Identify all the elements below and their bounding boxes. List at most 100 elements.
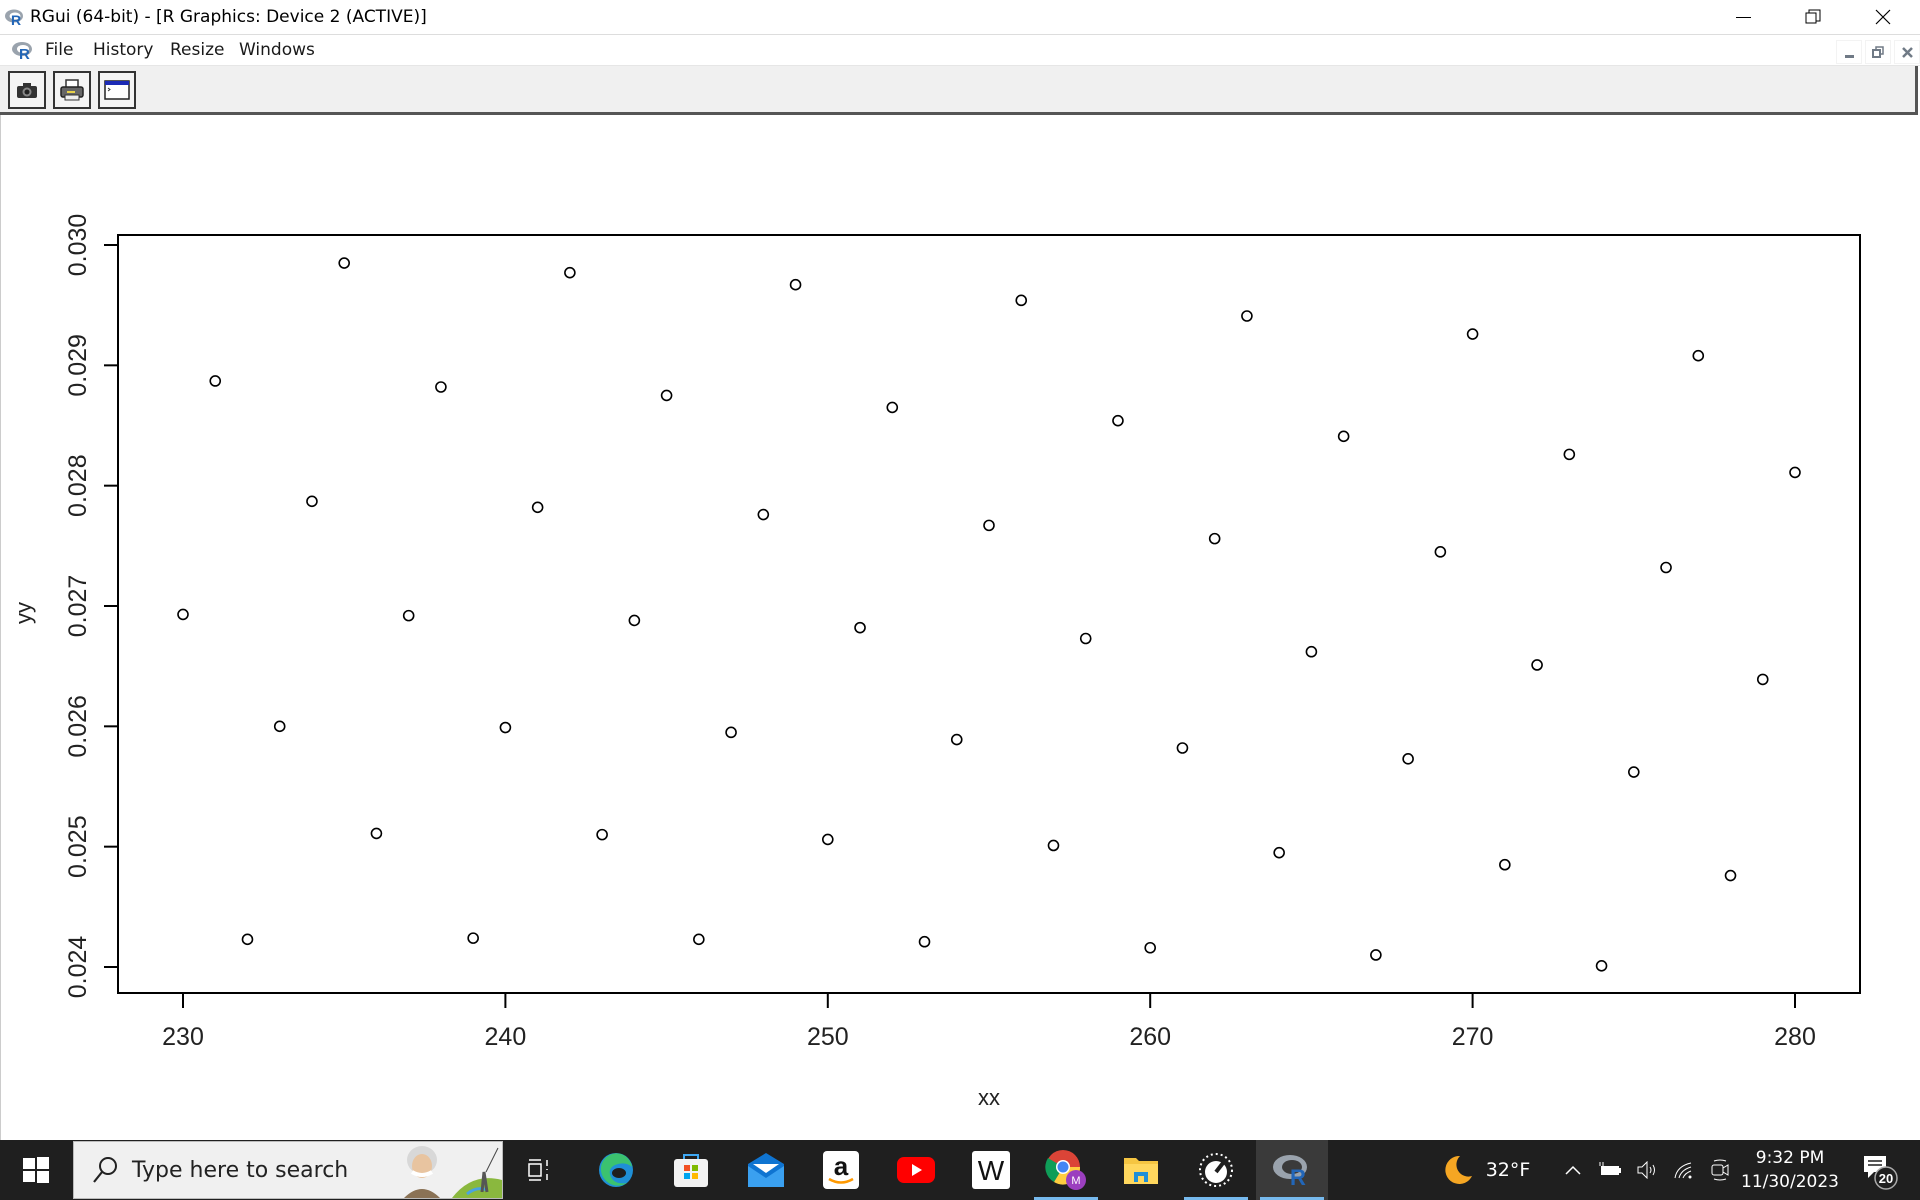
speaker-icon (1637, 1161, 1655, 1179)
taskbar-store[interactable] (655, 1140, 727, 1200)
folder-icon (1124, 1158, 1158, 1184)
minimize-icon (1844, 54, 1854, 58)
wifi-icon (1674, 1162, 1692, 1179)
taskbar-edge[interactable] (580, 1140, 652, 1200)
taskbar-speedtest[interactable] (1180, 1140, 1252, 1200)
mdi-close-button[interactable] (1894, 40, 1920, 64)
data-point (1176, 742, 1189, 754)
r-logo-icon: R (1273, 1155, 1307, 1187)
data-point (1789, 466, 1801, 479)
youtube-icon (897, 1157, 935, 1183)
menu-file[interactable]: File (45, 40, 73, 60)
notifications-icon: 20 (1864, 1156, 1898, 1190)
action-center-button[interactable]: 20 (1852, 1140, 1908, 1200)
x-tick-label: 260 (1129, 1023, 1171, 1051)
weather-widget[interactable]: 32°F (1436, 1140, 1536, 1200)
mdi-minimize-button[interactable] (1836, 40, 1862, 64)
data-point (1047, 839, 1060, 852)
windows-taskbar: Type here to search a W M R 32°F 9:32 PM… (0, 1140, 1920, 1200)
task-view-icon (528, 1159, 548, 1181)
taskbar-amazon[interactable]: a (805, 1140, 877, 1200)
y-tick-label: 0.024 (64, 936, 92, 999)
taskbar-wikipedia[interactable]: W (955, 1140, 1027, 1200)
mdi-restore-button[interactable] (1865, 40, 1891, 64)
camera-status[interactable] (1706, 1140, 1734, 1200)
battery-status[interactable] (1596, 1140, 1624, 1200)
menu-resize[interactable]: Resize (170, 40, 224, 60)
svg-text:R: R (19, 46, 30, 60)
menu-bar: R File History Resize Windows (0, 34, 1920, 66)
window-titlebar: R RGui (64-bit) - [R Graphics: Device 2 … (0, 0, 1920, 34)
mail-icon (748, 1153, 784, 1187)
data-point (628, 614, 641, 627)
x-tick-label: 280 (1774, 1023, 1816, 1051)
start-button[interactable] (0, 1140, 72, 1200)
chrome-icon: M (1045, 1150, 1086, 1190)
taskbar-search-box[interactable]: Type here to search (73, 1141, 503, 1199)
taskbar-youtube[interactable] (880, 1140, 952, 1200)
data-point (241, 933, 254, 946)
windows-logo-icon (23, 1157, 49, 1183)
notification-count: 20 (1879, 1171, 1893, 1186)
taskbar-mail[interactable] (730, 1140, 802, 1200)
data-point (1628, 766, 1640, 778)
x-tick-label: 250 (807, 1023, 849, 1051)
moon-icon (1445, 1155, 1472, 1184)
data-point (1724, 869, 1737, 882)
data-point (1756, 673, 1769, 686)
data-point (821, 833, 834, 846)
wikipedia-icon: W (972, 1151, 1010, 1189)
show-hidden-icons-button[interactable] (1560, 1140, 1586, 1200)
y-tick-label: 0.026 (64, 695, 92, 758)
svg-text:R: R (1290, 1165, 1306, 1187)
data-point (660, 389, 673, 402)
close-button[interactable] (1848, 0, 1918, 34)
microsoft-store-icon (674, 1154, 708, 1187)
minimize-button[interactable] (1708, 0, 1778, 34)
x-tick-label: 240 (485, 1023, 527, 1051)
data-point (1305, 645, 1318, 658)
video-camera-icon (1711, 1159, 1729, 1181)
data-point (1466, 328, 1479, 340)
print-button[interactable] (53, 71, 91, 109)
console-focus-button[interactable] (98, 71, 136, 109)
data-point (1015, 294, 1028, 307)
y-tick-label: 0.030 (64, 214, 92, 277)
taskbar-file-explorer[interactable] (1105, 1140, 1177, 1200)
data-point (1273, 846, 1285, 859)
data-point (757, 508, 770, 521)
search-highlight-illustration (392, 1142, 502, 1198)
data-point (1531, 659, 1543, 671)
weather-temperature: 32°F (1485, 1159, 1531, 1181)
data-point (918, 935, 931, 948)
restore-button[interactable] (1778, 0, 1848, 34)
data-point (209, 375, 222, 387)
data-point (1692, 349, 1705, 362)
scatter-plot: 230 240 250 260 270 280 0.0240.0250.0260.0270… (11, 214, 1861, 1110)
menu-history[interactable]: History (93, 40, 153, 60)
y-tick-label: 0.029 (64, 334, 92, 397)
data-point (564, 266, 576, 279)
graphics-device-canvas: 230 240 250 260 270 280 0.024 0.025 0.026 0.027 0… (0, 115, 1920, 1140)
system-clock[interactable]: 9:32 PM 11/30/2023 (1740, 1140, 1840, 1200)
data-point (499, 721, 512, 734)
y-axis: 0.024 0.025 0.026 0.027 0.028 0.029 0.030 (64, 214, 118, 999)
data-point (886, 401, 899, 414)
r-logo-icon: R (5, 9, 23, 26)
data-point (435, 381, 447, 393)
data-point (1208, 532, 1221, 545)
data-point (725, 726, 737, 739)
data-point (789, 278, 802, 291)
taskbar-rgui[interactable]: R (1256, 1140, 1328, 1200)
menu-windows[interactable]: Windows (239, 40, 315, 60)
svg-text:M: M (1071, 1175, 1080, 1187)
taskbar-task-view[interactable] (504, 1140, 576, 1200)
network-status[interactable] (1670, 1140, 1698, 1200)
window-title: RGui (64-bit) - [R Graphics: Device 2 (A… (30, 7, 427, 27)
data-point (693, 933, 705, 946)
volume-control[interactable] (1634, 1140, 1662, 1200)
copy-clipboard-button[interactable] (8, 71, 46, 109)
y-tick-label: 0.025 (64, 815, 92, 878)
battery-charging-icon (1599, 1162, 1621, 1175)
taskbar-chrome[interactable]: M (1030, 1140, 1102, 1200)
